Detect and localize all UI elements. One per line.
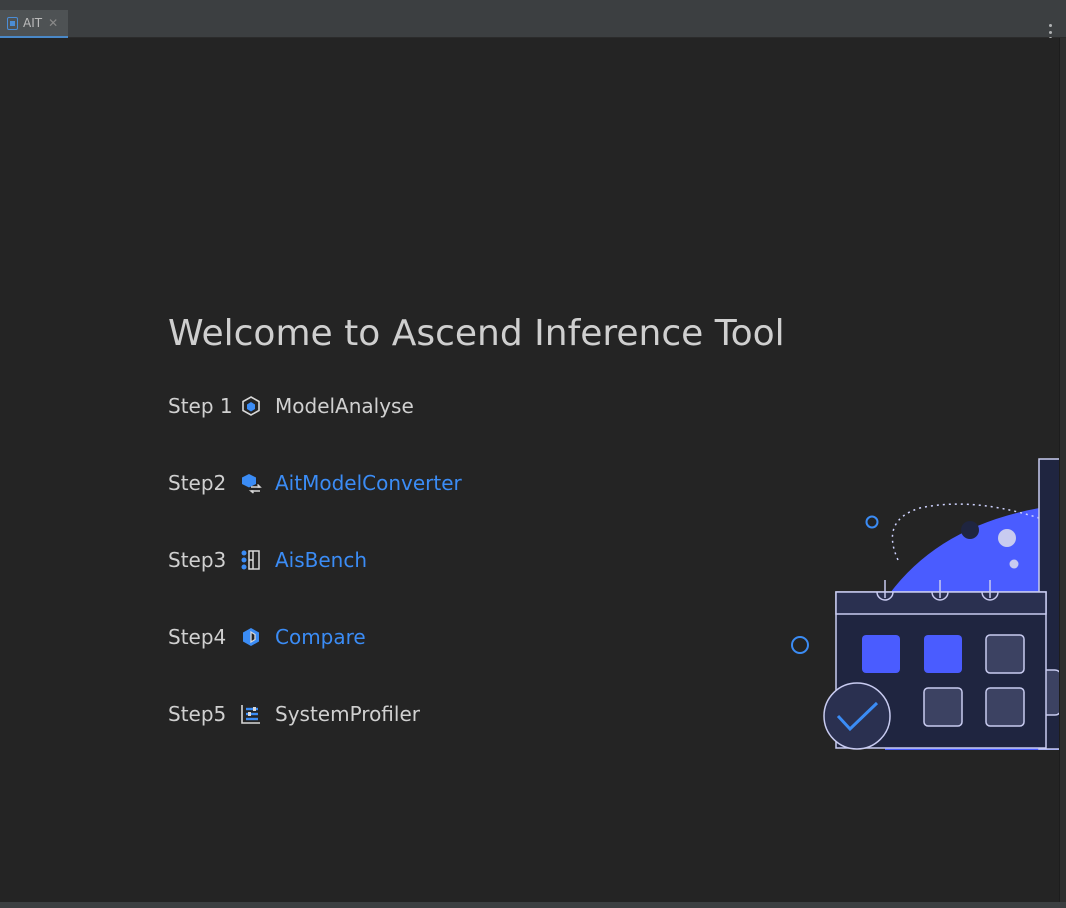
step-3-row: Step3 AisBench (168, 546, 367, 574)
compare-icon (243, 628, 259, 646)
model-analyse-icon (242, 396, 260, 416)
step-label: ModelAnalyse (275, 394, 414, 418)
aisbench-link[interactable]: AisBench (275, 548, 367, 572)
close-icon[interactable]: ✕ (48, 17, 58, 29)
step-number: Step 1 (168, 394, 233, 418)
ait-model-converter-link[interactable]: AitModelConverter (275, 471, 462, 495)
step-2-row: Step2 AitModelConverter (168, 469, 462, 497)
tab-label: AIT (23, 16, 43, 30)
compare-link[interactable]: Compare (275, 625, 366, 649)
tab-ait[interactable]: AIT ✕ (0, 10, 68, 38)
aisbench-icon (241, 550, 260, 570)
page-title: Welcome to Ascend Inference Tool (168, 313, 785, 354)
calendar-illustration (791, 458, 1059, 750)
step-5-row: Step5 SystemProfiler (168, 700, 420, 728)
step-number: Step4 (168, 625, 227, 649)
bottom-border (0, 902, 1066, 908)
step-number: Step5 (168, 702, 227, 726)
step-number: Step3 (168, 548, 227, 572)
model-converter-icon (242, 474, 262, 494)
top-toolbar-strip (0, 0, 1066, 10)
vertical-scrollbar[interactable] (1059, 38, 1066, 902)
system-profiler-icon (241, 705, 260, 724)
file-icon (7, 16, 18, 30)
step-number: Step2 (168, 471, 227, 495)
editor-tab-bar: AIT ✕ (0, 10, 1066, 40)
step-1-row: Step 1 ModelAnalyse (168, 392, 414, 420)
step-label: SystemProfiler (275, 702, 420, 726)
step-4-row: Step4 Compare (168, 623, 366, 651)
